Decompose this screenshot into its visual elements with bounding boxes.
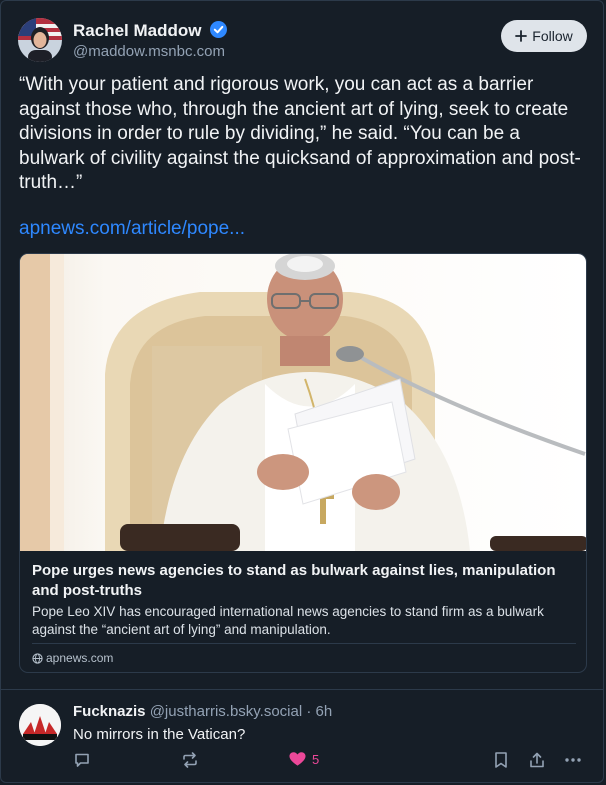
- follow-button[interactable]: Follow: [501, 20, 587, 52]
- reply-author-handle[interactable]: @justharris.bsky.social: [150, 703, 303, 720]
- follow-label: Follow: [532, 28, 573, 44]
- author-handle[interactable]: @maddow.msnbc.com: [73, 43, 225, 60]
- share-icon: [530, 752, 544, 768]
- post-link[interactable]: apnews.com/article/pope...: [19, 218, 245, 240]
- author-name-text[interactable]: Rachel Maddow: [73, 21, 201, 40]
- card-domain: apnews.com: [32, 651, 113, 665]
- more-icon: [565, 758, 581, 762]
- link-card[interactable]: Pope urges news agencies to stand as bul…: [19, 253, 587, 673]
- reply-time[interactable]: 6h: [316, 703, 333, 720]
- verified-badge-icon: [210, 21, 228, 38]
- reply-text: No mirrors in the Vatican?: [73, 726, 246, 743]
- reply-avatar[interactable]: [19, 704, 61, 746]
- like-count: 5: [312, 751, 320, 767]
- repost-icon: [183, 752, 197, 768]
- share-button[interactable]: [528, 751, 546, 769]
- card-divider: [32, 643, 576, 644]
- heart-icon: [289, 752, 306, 766]
- card-image: [20, 254, 586, 551]
- like-button[interactable]: 5: [289, 751, 319, 767]
- bookmark-button[interactable]: [493, 751, 509, 769]
- post-text: “With your patient and rigorous work, yo…: [19, 74, 581, 193]
- reply-author-name[interactable]: Fucknazis: [73, 703, 146, 720]
- author-avatar[interactable]: [18, 18, 62, 62]
- card-description: Pope Leo XIV has encouraged internationa…: [32, 604, 544, 637]
- more-options-button[interactable]: [564, 751, 582, 769]
- repost-button[interactable]: [181, 751, 199, 769]
- reply-button[interactable]: [73, 751, 91, 769]
- reply-icon: [75, 753, 89, 767]
- card-domain-text: apnews.com: [46, 651, 114, 665]
- author-name[interactable]: Rachel Maddow: [73, 21, 228, 41]
- reply-time-separator: ·: [302, 703, 316, 720]
- divider: [0, 689, 604, 690]
- card-title: Pope urges news agencies to stand as bul…: [32, 562, 556, 599]
- bookmark-icon: [495, 752, 507, 768]
- plus-icon: [515, 30, 528, 42]
- globe-icon: [32, 652, 43, 664]
- reply-meta: Fucknazis @justharris.bsky.social · 6h: [73, 703, 332, 720]
